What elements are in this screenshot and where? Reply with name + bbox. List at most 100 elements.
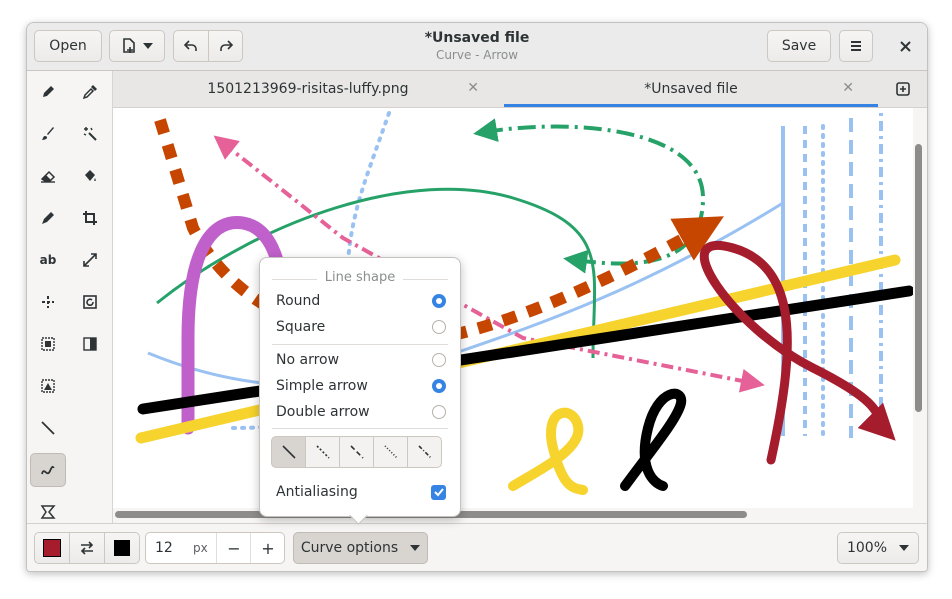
active-tab-indicator [504, 104, 878, 107]
option-double-arrow[interactable]: Double arrow [276, 399, 446, 425]
plus-icon: + [261, 538, 275, 558]
exchange-colors-button[interactable] [69, 532, 105, 564]
checkmark-icon [433, 487, 444, 496]
main-menu-button[interactable] [839, 30, 873, 62]
radio-round[interactable] [432, 294, 446, 308]
curve-icon [41, 465, 55, 475]
option-round[interactable]: Round [276, 288, 446, 314]
tools-panel: ab [27, 71, 113, 523]
dashed-line-icon [315, 445, 330, 459]
redo-button[interactable] [208, 30, 243, 62]
black-line [137, 285, 913, 415]
tool-color-picker[interactable] [72, 75, 108, 109]
crop-icon [83, 211, 97, 225]
curve-options-popover: Line shape Round Square No arrow Simple … [259, 257, 461, 525]
option-square[interactable]: Square [276, 314, 446, 340]
new-image-button[interactable] [109, 30, 165, 62]
app-window: Open *Unsaved file Curve - Arrow Save ab… [26, 22, 928, 572]
option-simple-arrow[interactable]: Simple arrow [276, 373, 446, 399]
free-select-icon [42, 296, 54, 308]
vertical-scrollbar[interactable] [915, 144, 922, 412]
new-tab-button[interactable] [879, 71, 927, 107]
tab-close-icon[interactable]: ✕ [842, 80, 854, 96]
close-icon [899, 40, 911, 52]
tool-eraser[interactable] [30, 159, 66, 193]
rotate-icon [83, 295, 97, 309]
eraser-icon [40, 170, 56, 183]
tool-crop[interactable] [72, 201, 108, 235]
line-shape-heading: Line shape [260, 270, 460, 285]
option-square-label: Square [276, 319, 326, 335]
pencil-icon [43, 86, 54, 97]
tool-fill-bucket[interactable] [72, 159, 108, 193]
save-button[interactable]: Save [767, 30, 831, 62]
zoom-menu-button[interactable]: 100% [837, 532, 919, 564]
tool-highlighter[interactable] [30, 201, 66, 235]
dash-style-dotted[interactable] [373, 436, 408, 468]
yellow-loop [508, 407, 588, 495]
undo-button[interactable] [173, 30, 209, 62]
size-increase-button[interactable]: + [250, 533, 285, 563]
tool-scale[interactable] [72, 243, 108, 277]
window-title-group: *Unsaved file Curve - Arrow [327, 29, 627, 63]
dotted-line-icon [383, 445, 398, 459]
tool-curve[interactable] [30, 453, 66, 487]
text-tool-icon: ab [39, 253, 57, 267]
tool-pencil[interactable] [30, 75, 66, 109]
redo-icon [219, 40, 233, 52]
option-no-arrow[interactable]: No arrow [276, 347, 446, 373]
color-picker-icon [82, 85, 97, 100]
antialiasing-checkbox[interactable] [431, 484, 446, 500]
tool-line[interactable] [30, 411, 66, 445]
long-dashed-line-icon [349, 445, 364, 459]
highlighter-icon [42, 212, 54, 224]
undo-icon [184, 40, 198, 52]
tool-canvas-select[interactable] [30, 369, 66, 403]
minus-icon: − [227, 538, 241, 558]
tool-rect-select[interactable] [30, 327, 66, 361]
option-antialiasing[interactable]: Antialiasing [276, 479, 446, 505]
option-round-label: Round [276, 293, 321, 309]
fill-bucket-icon [85, 170, 96, 181]
dash-style-dash-dot[interactable] [407, 436, 442, 468]
tab-close-icon[interactable]: ✕ [467, 80, 479, 96]
tab-label: *Unsaved file [644, 81, 738, 97]
scale-icon [83, 253, 97, 267]
tool-size-input[interactable]: 12 [155, 540, 173, 556]
tool-text[interactable]: ab [30, 243, 66, 277]
option-simple-arrow-label: Simple arrow [276, 378, 368, 394]
close-window-button[interactable] [891, 30, 919, 62]
tool-paint-brush[interactable] [30, 117, 66, 151]
size-decrease-button[interactable]: − [216, 533, 251, 563]
image-tabs: 1501213969-risitas-luffy.png ✕ *Unsaved … [113, 71, 927, 108]
dash-style-dashed[interactable] [305, 436, 340, 468]
free-shape-icon [40, 505, 56, 519]
tab-unsaved-file[interactable]: *Unsaved file ✕ [504, 71, 878, 107]
canvas-select-icon [41, 379, 55, 393]
filters-icon [83, 337, 97, 351]
radio-double-arrow[interactable] [432, 405, 446, 419]
curve-options-button[interactable]: Curve options [293, 532, 428, 564]
popover-separator [272, 344, 448, 345]
secondary-color-button[interactable] [104, 532, 140, 564]
open-button-label: Open [49, 38, 87, 54]
tool-free-select[interactable] [30, 285, 66, 319]
dash-style-solid[interactable] [271, 436, 306, 468]
tool-magic-wand-select[interactable] [72, 117, 108, 151]
chevron-down-icon [143, 42, 153, 50]
radio-square[interactable] [432, 320, 446, 334]
dash-style-long-dashed[interactable] [339, 436, 374, 468]
radio-no-arrow[interactable] [432, 353, 446, 367]
drawing-canvas[interactable] [113, 108, 913, 508]
red-loop-arrow [699, 241, 896, 465]
open-button[interactable]: Open [34, 30, 102, 62]
main-color-button[interactable] [34, 532, 70, 564]
black-loop [620, 388, 687, 491]
radio-simple-arrow[interactable] [432, 379, 446, 393]
tool-filters[interactable] [72, 327, 108, 361]
tab-risitas-luffy[interactable]: 1501213969-risitas-luffy.png ✕ [113, 71, 503, 107]
paint-brush-icon [42, 127, 54, 140]
tool-rotate[interactable] [72, 285, 108, 319]
tool-size-unit: px [193, 541, 208, 555]
tab-label: 1501213969-risitas-luffy.png [207, 81, 409, 97]
